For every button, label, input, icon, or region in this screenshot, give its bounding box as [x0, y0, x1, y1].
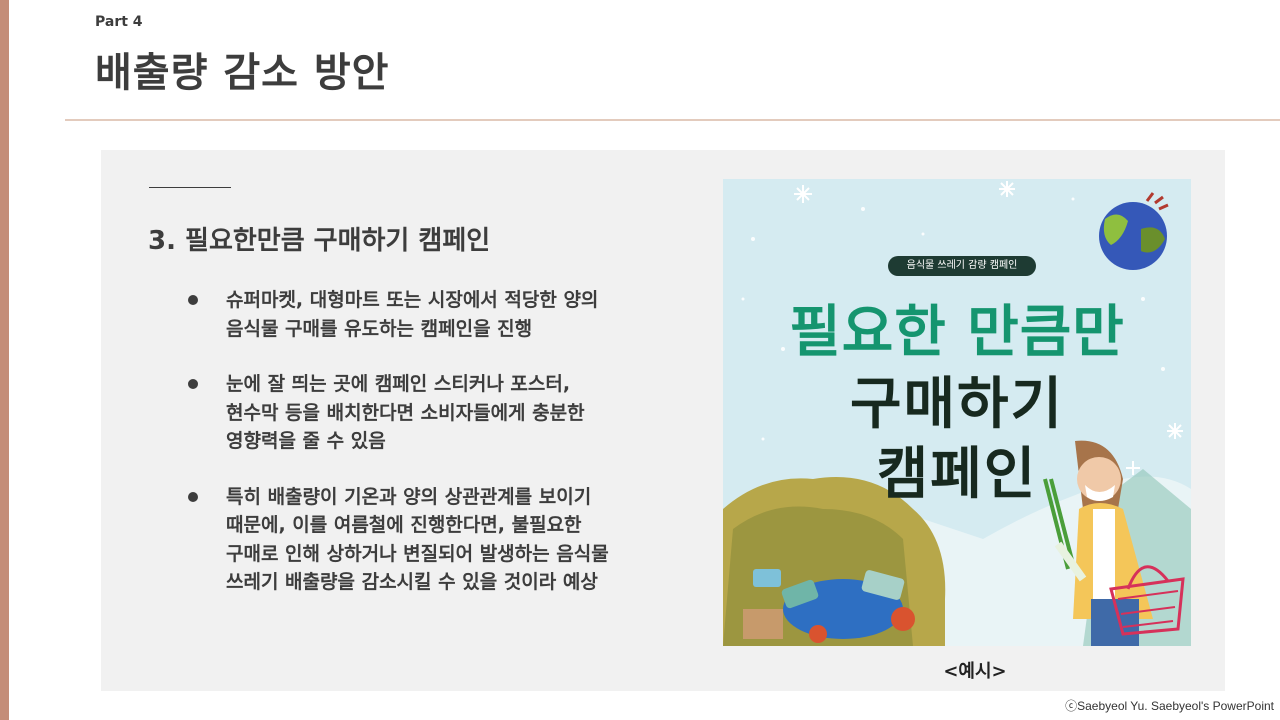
title-divider — [65, 119, 1280, 121]
image-caption: <예시> — [943, 661, 1007, 682]
page-title: 배출량 감소 방안 — [95, 50, 390, 96]
bullet-line: 현수막 등을 배치한다면 소비자들에게 충분한 — [226, 401, 585, 424]
copyright-text: ⓒSaebyeol Yu. Saebyeol's PowerPoint — [1065, 699, 1274, 713]
bullet-dot-icon — [188, 379, 198, 389]
bullet-item: 슈퍼마켓, 대형마트 또는 시장에서 적당한 양의 음식물 구매를 유도하는 캠… — [188, 286, 688, 343]
poster-headline: 필요한 만큼만 — [789, 300, 1125, 365]
campaign-poster-image: 음식물 쓰레기 감량 캠페인 필요한 만큼만 구매하기 캠페인 — [723, 179, 1191, 646]
bullet-line: 음식물 구매를 유도하는 캠페인을 진행 — [226, 317, 533, 340]
bullet-dot-icon — [188, 491, 198, 502]
bullet-item: 눈에 잘 띄는 곳에 캠페인 스티커나 포스터, 현수막 등을 배치한다면 소비… — [188, 370, 688, 456]
poster-subheadline-2: 캠페인 — [876, 442, 1038, 507]
bullet-line: 때문에, 이를 여름철에 진행한다면, 불필요한 — [226, 514, 582, 536]
bullet-line: 영향력을 줄 수 있음 — [226, 430, 386, 452]
bullet-line: 구매로 인해 상하거나 변질되어 발생하는 음식물 — [226, 542, 609, 565]
section-title: 3. 필요한만큼 구매하기 캠페인 — [148, 226, 491, 256]
part-label: Part 4 — [95, 14, 143, 30]
poster-subheadline: 구매하기 — [849, 372, 1065, 437]
bullet-item: 특히 배출량이 기온과 양의 상관관계를 보이기 때문에, 이를 여름철에 진행… — [188, 483, 688, 597]
bullet-list: 슈퍼마켓, 대형마트 또는 시장에서 적당한 양의 음식물 구매를 유도하는 캠… — [188, 286, 688, 624]
earth-icon — [1099, 192, 1169, 270]
bullet-line: 특히 배출량이 기온과 양의 상관관계를 보이기 — [226, 485, 592, 508]
bullet-line: 쓰레기 배출량을 감소시킬 수 있을 것이라 예상 — [226, 571, 598, 593]
bullet-line: 눈에 잘 띄는 곳에 캠페인 스티커나 포스터, — [226, 373, 571, 395]
section-accent-line — [149, 187, 231, 188]
left-accent-bar — [0, 0, 9, 720]
poster-badge: 음식물 쓰레기 감량 캠페인 — [888, 256, 1036, 276]
bullet-line: 슈퍼마켓, 대형마트 또는 시장에서 적당한 양의 — [226, 289, 599, 311]
bullet-dot-icon — [188, 295, 198, 305]
